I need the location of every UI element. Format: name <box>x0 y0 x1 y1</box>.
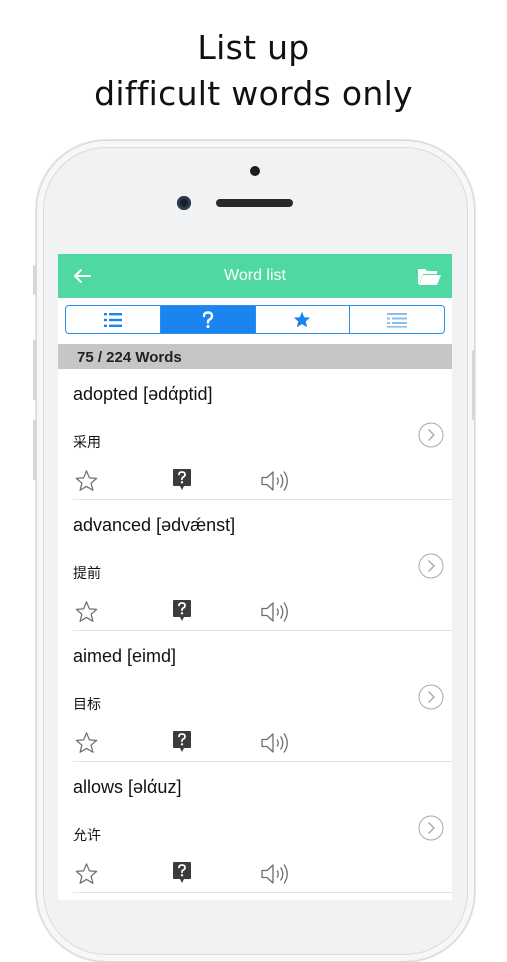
chevron-right-icon[interactable] <box>418 815 444 841</box>
difficult-mark-icon[interactable] <box>172 730 192 753</box>
star-outline-icon[interactable] <box>75 731 98 754</box>
front-camera <box>177 196 191 210</box>
phone-volume-down-button <box>33 420 36 480</box>
tab-starred-words[interactable] <box>256 306 351 333</box>
word-meaning: 允许 <box>73 828 101 844</box>
phone-volume-up-button <box>33 340 36 400</box>
speaker-icon[interactable] <box>260 731 292 755</box>
speaker-icon[interactable] <box>260 862 292 886</box>
phone-power-button <box>472 350 475 420</box>
list-icon <box>103 312 122 327</box>
page-title: Word list <box>224 267 286 284</box>
word-text: allows [əlάuz] <box>73 777 182 797</box>
word-text: adopted [ədάptid] <box>73 384 213 404</box>
difficult-mark-icon[interactable] <box>172 861 192 884</box>
list-item[interactable]: adopted [ədάptid] 采用 <box>73 369 452 500</box>
earpiece-speaker <box>216 199 293 207</box>
word-count-bar: 75 / 224 Words <box>58 344 452 369</box>
word-count: 75 / 224 Words <box>77 349 182 366</box>
speaker-icon[interactable] <box>260 600 292 624</box>
list-item[interactable]: allows [əlάuz] 允许 <box>73 762 452 893</box>
checklist-icon <box>387 312 408 328</box>
chevron-right-icon[interactable] <box>418 422 444 448</box>
word-meaning: 提前 <box>73 566 101 582</box>
tab-all-words[interactable] <box>66 306 161 333</box>
promo-headline-line1: List up <box>197 28 310 67</box>
list-item[interactable]: advanced [ədvǽnst] 提前 <box>73 500 452 631</box>
star-outline-icon[interactable] <box>75 469 98 492</box>
difficult-mark-icon[interactable] <box>172 599 192 622</box>
tab-difficult-words[interactable] <box>160 306 256 333</box>
word-meaning: 采用 <box>73 435 101 451</box>
star-icon <box>294 311 311 328</box>
tab-checklist[interactable] <box>350 306 444 333</box>
list-item[interactable]: aimed [eimd] 目标 <box>73 631 452 762</box>
chevron-right-icon[interactable] <box>418 684 444 710</box>
word-text: aimed [eimd] <box>73 646 177 666</box>
folder-open-icon[interactable] <box>416 264 442 288</box>
app-bar: Word list <box>58 254 452 298</box>
speaker-icon[interactable] <box>260 469 292 493</box>
star-outline-icon[interactable] <box>75 862 98 885</box>
word-text: advanced [ədvǽnst] <box>73 515 236 535</box>
phone-side-button <box>33 265 36 295</box>
proximity-sensor <box>250 166 260 176</box>
app-screen: Word list 75 / 224 Words adopted [ədάpti… <box>58 254 452 900</box>
filter-tabs <box>65 305 445 334</box>
question-icon <box>202 310 213 328</box>
difficult-mark-icon[interactable] <box>172 468 192 491</box>
star-outline-icon[interactable] <box>75 600 98 623</box>
word-list[interactable]: adopted [ədάptid] 采用 advanced [ədvǽnst] … <box>58 369 452 893</box>
chevron-right-icon[interactable] <box>418 553 444 579</box>
promo-headline-line2: difficult words only <box>94 74 413 113</box>
word-meaning: 目标 <box>73 697 101 713</box>
